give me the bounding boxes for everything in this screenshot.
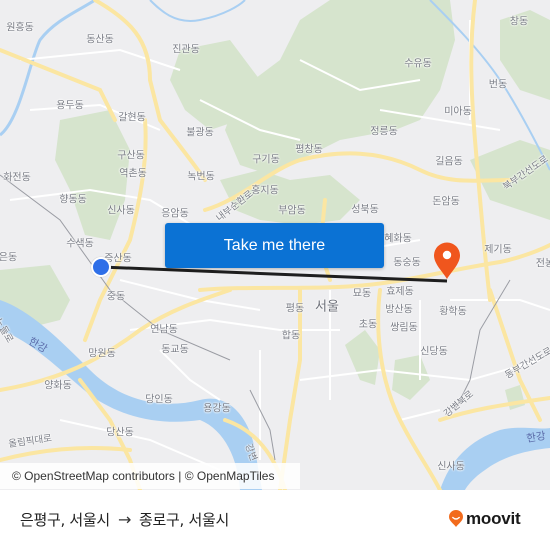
- map-view[interactable]: 원흥동 동산동 진관동 용두동 갈현동 불광동 구산동 역촌동 녹번동 구기동 …: [0, 0, 550, 490]
- park-area: [225, 0, 455, 175]
- destination-label: 종로구, 서울시: [139, 510, 229, 529]
- map-attribution[interactable]: © OpenStreetMap contributors | © OpenMap…: [0, 463, 300, 489]
- route-summary: 은평구, 서울시 → 종로구, 서울시: [20, 507, 229, 531]
- footer-bar: 은평구, 서울시 → 종로구, 서울시 moovit: [0, 490, 550, 550]
- arrow-right-icon: →: [117, 509, 132, 529]
- park-area: [345, 330, 380, 385]
- park-area: [500, 10, 550, 100]
- major-road: [0, 446, 132, 462]
- park-area: [392, 355, 430, 400]
- park-area: [55, 110, 130, 240]
- origin-marker[interactable]: [91, 257, 111, 277]
- take-me-there-button[interactable]: Take me there: [165, 223, 384, 268]
- route-line: [100, 265, 448, 283]
- origin-label: 은평구, 서울시: [20, 510, 110, 529]
- stream: [149, 0, 246, 22]
- moovit-logo[interactable]: moovit: [448, 506, 521, 532]
- destination-pin-icon[interactable]: [433, 242, 461, 280]
- park-areas: [0, 0, 550, 410]
- major-road: [278, 288, 302, 490]
- park-area: [220, 170, 360, 225]
- moovit-wordmark: moovit: [466, 509, 521, 528]
- moovit-pin-icon: [449, 510, 463, 527]
